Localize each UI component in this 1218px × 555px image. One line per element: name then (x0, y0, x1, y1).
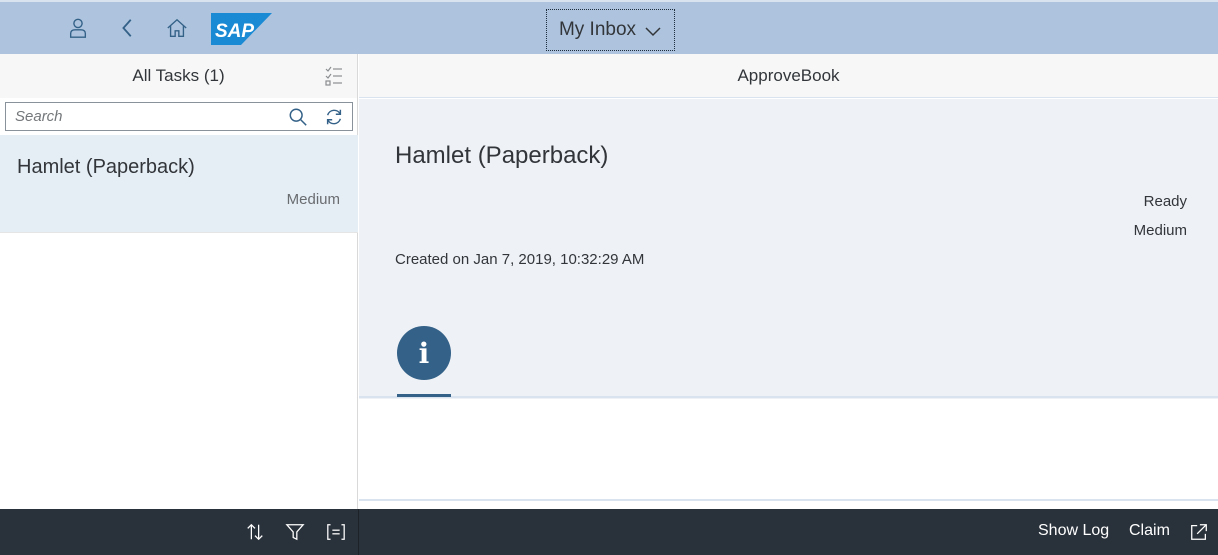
search-input[interactable] (6, 103, 276, 130)
sort-icon[interactable] (244, 521, 266, 543)
search-field (5, 102, 353, 131)
created-on-text: Created on Jan 7, 2019, 10:32:29 AM (395, 251, 645, 268)
priority-text: Medium (1133, 222, 1187, 239)
detail-page: ApproveBook Hamlet (Paperback) Ready Med… (359, 54, 1218, 509)
object-title: Hamlet (Paperback) (395, 142, 609, 169)
open-external-icon[interactable] (1188, 521, 1210, 543)
page-title: ApproveBook (737, 65, 840, 85)
back-icon[interactable] (116, 16, 140, 40)
claim-button[interactable]: Claim (1129, 522, 1170, 540)
user-icon[interactable] (66, 16, 90, 40)
app-title-label: My Inbox (558, 19, 637, 40)
task-title: Hamlet (Paperback) (17, 156, 195, 178)
tab-bar-divider (359, 396, 1218, 398)
refresh-icon[interactable] (323, 106, 345, 128)
master-footer (0, 509, 358, 555)
sap-logo-text: SAP (215, 21, 254, 42)
shell-header: SAP My Inbox (0, 0, 1218, 54)
status-text: Ready (1143, 193, 1187, 210)
chevron-down-icon (645, 27, 661, 37)
info-icon: i (418, 336, 430, 370)
selected-tab-indicator (397, 394, 451, 397)
master-header: All Tasks (1) (0, 54, 357, 98)
info-tab[interactable]: i (397, 326, 451, 380)
filter-icon[interactable] (284, 521, 306, 543)
detail-footer: Show Log Claim (359, 509, 1218, 555)
master-title: All Tasks (1) (132, 66, 225, 85)
list-item[interactable]: Hamlet (Paperback) Medium (0, 135, 358, 233)
app-title-menu[interactable]: My Inbox (546, 9, 675, 51)
multi-select-icon[interactable] (325, 66, 343, 86)
detail-header: ApproveBook (359, 54, 1218, 98)
group-icon[interactable] (325, 521, 347, 543)
home-icon[interactable] (165, 16, 189, 40)
object-header: Hamlet (Paperback) Ready Medium Created … (359, 99, 1218, 399)
task-priority: Medium (286, 191, 340, 208)
master-list: All Tasks (1) Hamlet (Paperback) Medium (0, 54, 358, 509)
show-log-button[interactable]: Show Log (1038, 522, 1109, 540)
sap-logo[interactable]: SAP (211, 13, 272, 45)
search-icon[interactable] (287, 106, 309, 128)
content-divider (359, 499, 1218, 501)
